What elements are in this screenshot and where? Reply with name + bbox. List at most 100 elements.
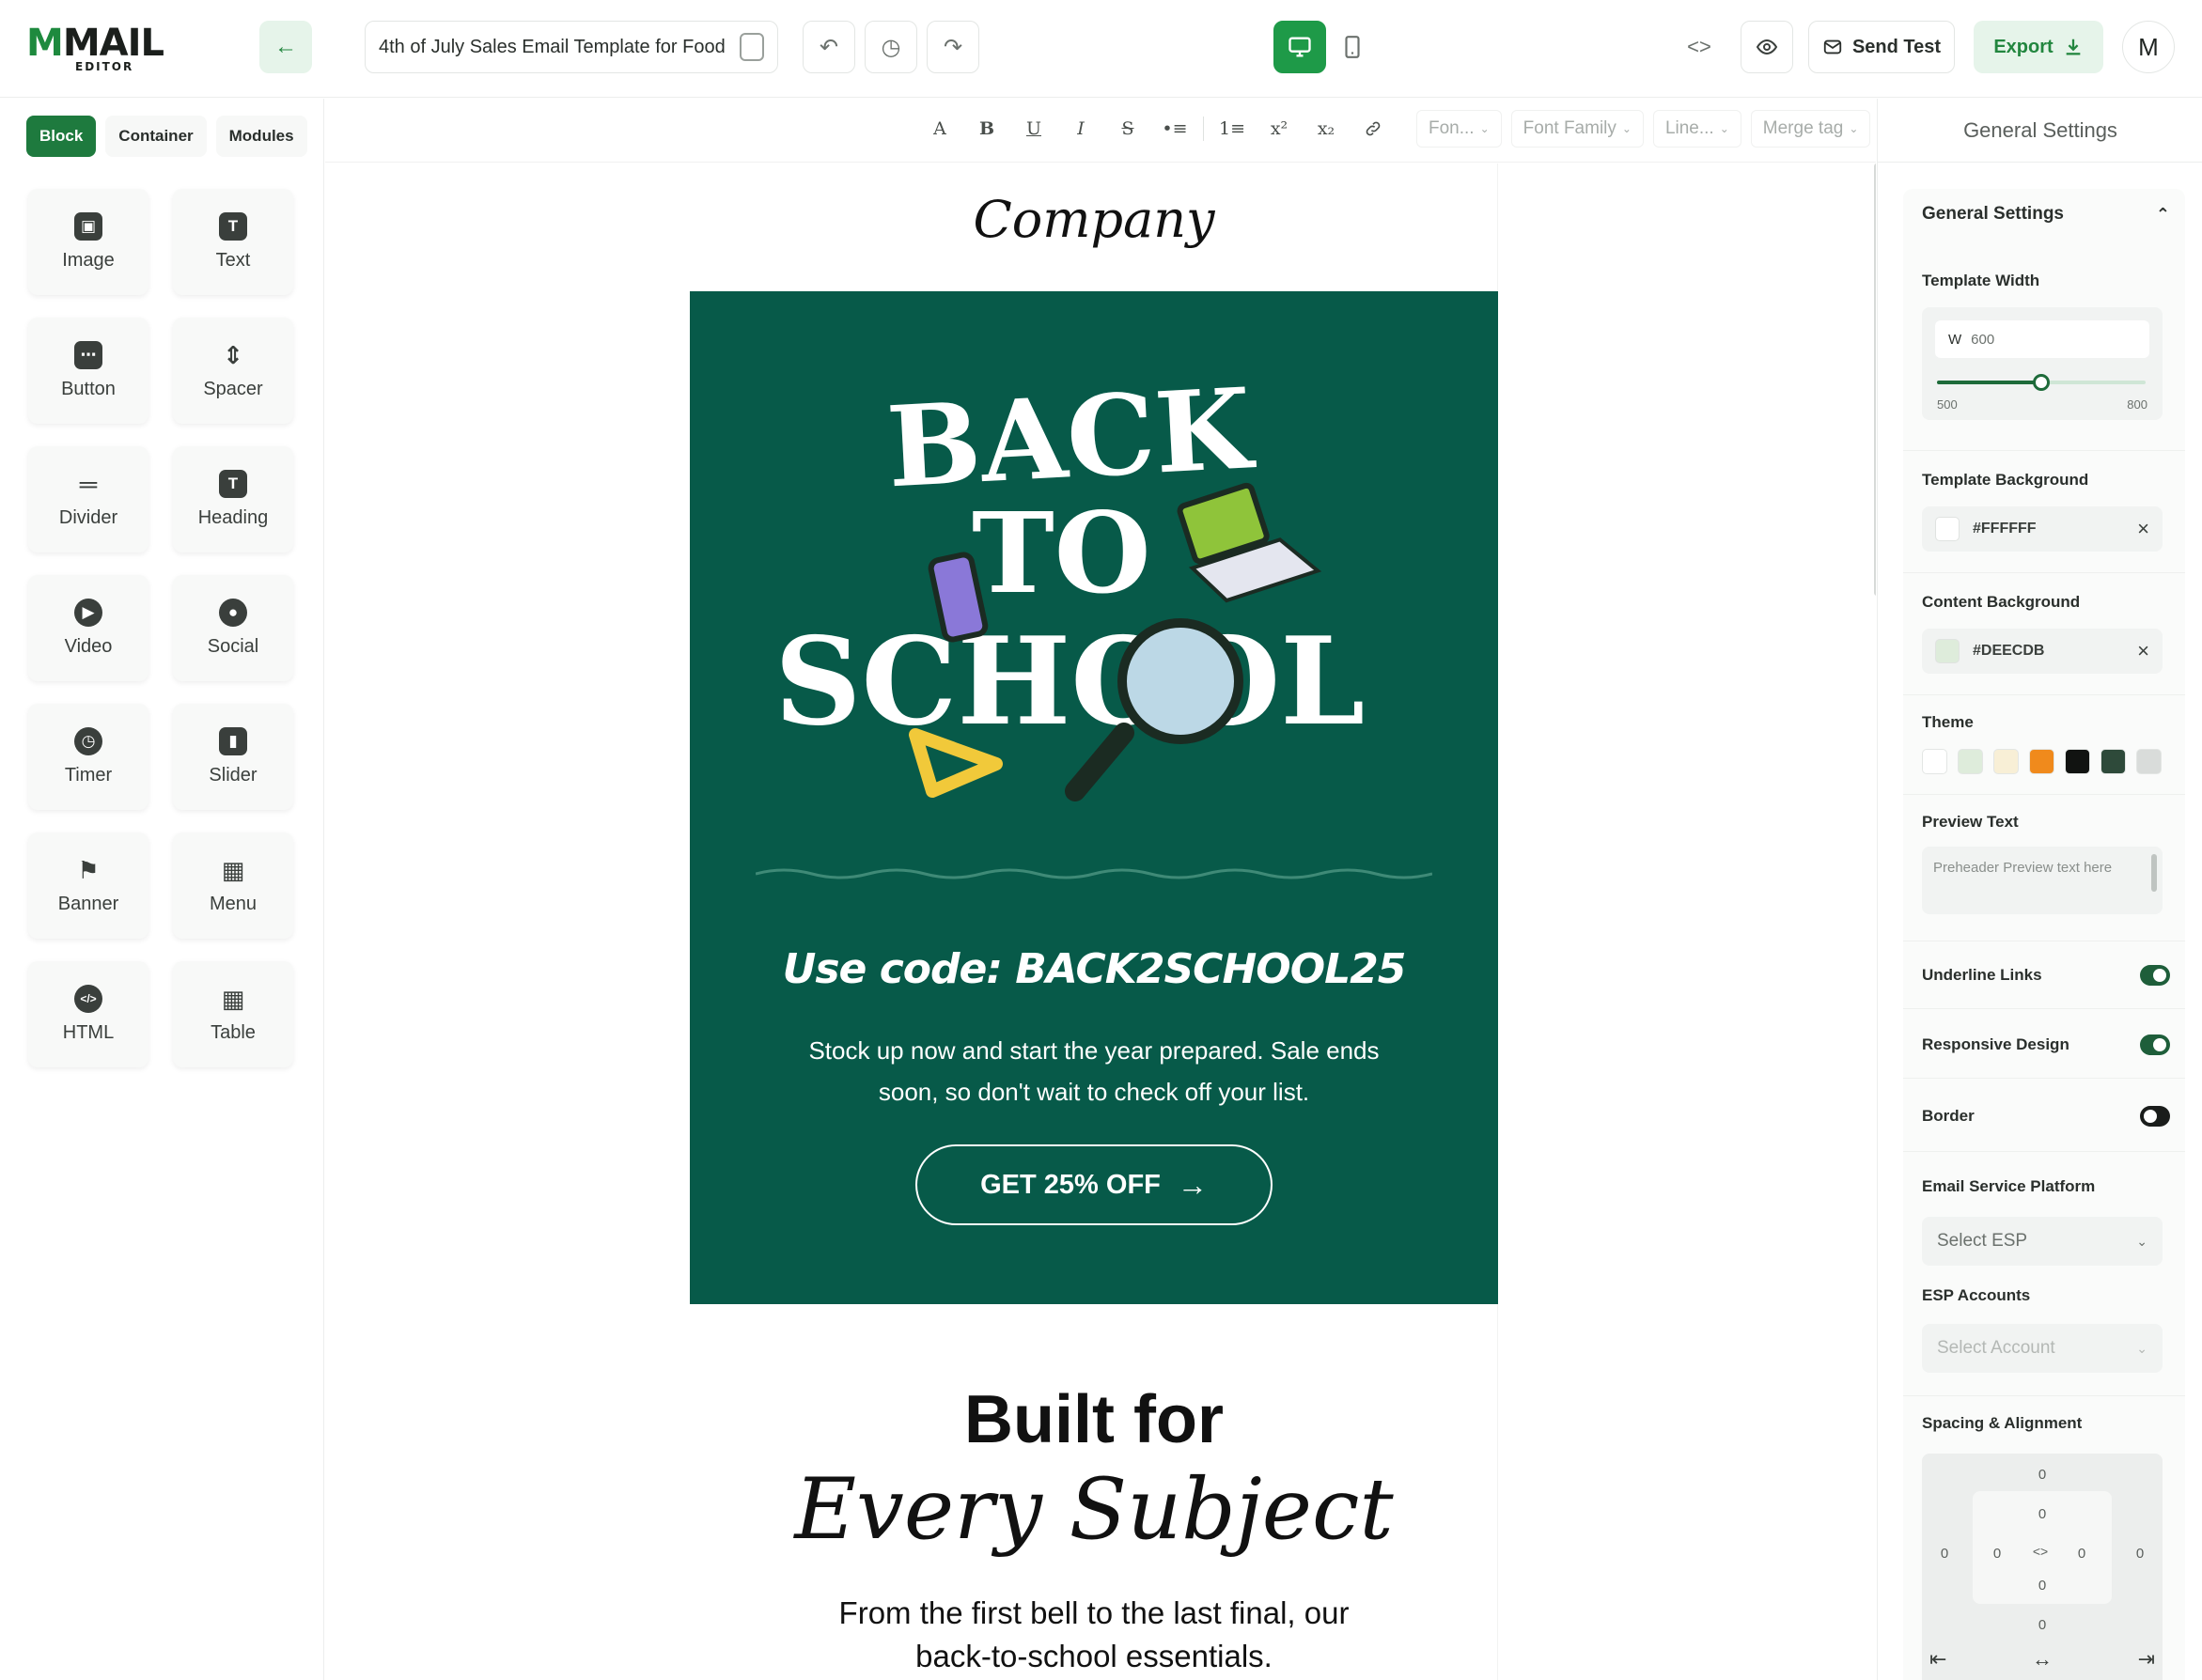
send-test-button[interactable]: Send Test xyxy=(1808,21,1955,73)
theme-swatch[interactable] xyxy=(1922,749,1947,774)
block-image[interactable]: ▣ Image xyxy=(28,189,148,295)
clear-icon[interactable]: × xyxy=(2137,639,2149,663)
line-height-select[interactable]: Line... ⌄ xyxy=(1652,110,1741,148)
settings-section-header[interactable]: General Settings ⌃ xyxy=(1922,204,2170,225)
font-family-select[interactable]: Font Family ⌄ xyxy=(1510,110,1644,148)
content-background-swatch[interactable] xyxy=(1935,639,1960,663)
block-button[interactable]: ⋯ Button xyxy=(28,318,148,424)
canvas-scrollbar[interactable] xyxy=(1874,163,1876,596)
theme-swatch[interactable] xyxy=(2100,749,2126,774)
bullet-list-button[interactable]: •≡ xyxy=(1156,110,1194,148)
hero-line-school: SCHOOL xyxy=(774,612,1365,753)
theme-swatch[interactable] xyxy=(1958,749,1983,774)
superscript-button[interactable]: x² xyxy=(1260,110,1298,148)
slider-thumb[interactable] xyxy=(2033,374,2050,391)
theme-swatch[interactable] xyxy=(1993,749,2019,774)
tab-modules[interactable]: Modules xyxy=(215,116,307,157)
theme-swatch[interactable] xyxy=(2136,749,2162,774)
company-header[interactable]: Company xyxy=(690,190,1498,249)
align-left-icon[interactable]: ⇤ xyxy=(1929,1647,1946,1672)
hero-copy[interactable]: Stock up now and start the year prepared… xyxy=(793,1030,1395,1112)
block-divider[interactable]: ═ Divider xyxy=(28,446,148,552)
block-social[interactable]: ● Social xyxy=(173,575,293,681)
template-title-field[interactable]: 4th of July Sales Email Template for Foo… xyxy=(365,21,778,73)
margin-bottom[interactable]: 0 xyxy=(2033,1617,2052,1633)
template-width-input[interactable]: W 600 xyxy=(1935,320,2149,358)
download-icon xyxy=(2066,39,2081,55)
subscript-button[interactable]: x₂ xyxy=(1307,110,1345,148)
hero-section[interactable]: BACK TO SCHOOL Use code: BACK2SCHOOL25 S… xyxy=(690,291,1498,1304)
cta-button[interactable]: GET 25% OFF → xyxy=(915,1144,1273,1225)
template-width-slider[interactable] xyxy=(1937,374,2146,391)
preview-text-label: Preview Text xyxy=(1922,813,2019,831)
content-background-field[interactable]: #DEECDB × xyxy=(1922,629,2163,674)
chevron-down-icon: ⌄ xyxy=(1479,122,1490,135)
margin-left[interactable]: 0 xyxy=(1935,1546,1954,1562)
preview-scrollbar[interactable] xyxy=(2151,854,2157,892)
export-button[interactable]: Export xyxy=(1974,21,2103,73)
block-html[interactable]: </> HTML xyxy=(28,961,148,1067)
block-spacer[interactable]: ⇕ Spacer xyxy=(173,318,293,424)
bold-button[interactable]: B xyxy=(968,110,1006,148)
margin-right[interactable]: 0 xyxy=(2131,1546,2149,1562)
strikethrough-button[interactable]: S xyxy=(1109,110,1147,148)
align-right-icon[interactable]: ⇥ xyxy=(2138,1647,2155,1672)
user-avatar[interactable]: M xyxy=(2122,21,2175,73)
align-center-icon[interactable]: ↔ xyxy=(2032,1647,2053,1672)
block-video[interactable]: ▶ Video xyxy=(28,575,148,681)
redo-button[interactable]: ↷ xyxy=(927,21,979,73)
merge-tag-select[interactable]: Merge tag ⌄ xyxy=(1750,110,1871,148)
code-view-button[interactable]: <> xyxy=(1673,21,1726,73)
preview-text-input[interactable]: Preheader Preview text here xyxy=(1922,847,2163,914)
editor-canvas[interactable]: Company BACK TO SCHOOL Use code: BACK2SC… xyxy=(325,163,1876,1680)
block-timer[interactable]: ◷ Timer xyxy=(28,704,148,810)
tab-container[interactable]: Container xyxy=(105,116,207,157)
link-spacing-icon[interactable]: <> xyxy=(2031,1544,2050,1559)
image-icon: ▣ xyxy=(74,212,102,241)
padding-right[interactable]: 0 xyxy=(2072,1546,2091,1562)
preview-button[interactable] xyxy=(1741,21,1793,73)
block-banner[interactable]: ⚑ Banner xyxy=(28,832,148,939)
font-size-select[interactable]: Fon... ⌄ xyxy=(1416,110,1502,148)
app-logo[interactable]: MMAIL EDITOR xyxy=(26,24,164,73)
section-title-italic[interactable]: Every Subject xyxy=(690,1460,1498,1559)
italic-button[interactable]: I xyxy=(1062,110,1100,148)
promo-code[interactable]: Use code: BACK2SCHOOL25 xyxy=(690,945,1498,993)
padding-top[interactable]: 0 xyxy=(2033,1506,2052,1522)
block-table[interactable]: ▦ Table xyxy=(173,961,293,1067)
desktop-view-button[interactable] xyxy=(1273,21,1326,73)
block-slider[interactable]: ▮ Slider xyxy=(173,704,293,810)
history-button[interactable]: ◷ xyxy=(865,21,917,73)
section-title[interactable]: Built for xyxy=(690,1381,1498,1458)
numbered-list-button[interactable]: 1≡ xyxy=(1213,110,1251,148)
undo-button[interactable]: ↶ xyxy=(803,21,855,73)
responsive-design-toggle[interactable] xyxy=(2140,1034,2170,1055)
padding-bottom[interactable]: 0 xyxy=(2033,1578,2052,1594)
template-width-label: Template Width xyxy=(1922,272,2040,289)
block-text[interactable]: T Text xyxy=(173,189,293,295)
mail-icon xyxy=(1823,39,1842,54)
theme-swatches xyxy=(1922,749,2162,774)
link-button[interactable] xyxy=(1354,110,1392,148)
underline-button[interactable]: U xyxy=(1015,110,1053,148)
back-button[interactable]: ← xyxy=(259,21,312,73)
padding-left[interactable]: 0 xyxy=(1988,1546,2007,1562)
template-background-field[interactable]: #FFFFFF × xyxy=(1922,506,2163,552)
block-heading[interactable]: T Heading xyxy=(173,446,293,552)
template-background-swatch[interactable] xyxy=(1935,517,1960,541)
block-menu[interactable]: ▦ Menu xyxy=(173,832,293,939)
mobile-view-button[interactable] xyxy=(1326,21,1379,73)
esp-account-select[interactable]: Select Account ⌄ xyxy=(1922,1324,2163,1373)
esp-select[interactable]: Select ESP ⌄ xyxy=(1922,1217,2163,1266)
theme-swatch[interactable] xyxy=(2029,749,2054,774)
text-color-button[interactable]: A xyxy=(921,110,959,148)
alignment-buttons: ⇤ ↔ ⇥ xyxy=(1929,1647,2155,1672)
margin-top[interactable]: 0 xyxy=(2033,1467,2052,1483)
email-preview: Company BACK TO SCHOOL Use code: BACK2SC… xyxy=(690,163,1498,1680)
theme-swatch[interactable] xyxy=(2065,749,2090,774)
tab-block[interactable]: Block xyxy=(26,116,97,157)
border-toggle[interactable] xyxy=(2140,1106,2170,1127)
underline-links-toggle[interactable] xyxy=(2140,965,2170,986)
section-copy[interactable]: From the first bell to the last final, o… xyxy=(803,1592,1385,1678)
clear-icon[interactable]: × xyxy=(2137,517,2149,541)
